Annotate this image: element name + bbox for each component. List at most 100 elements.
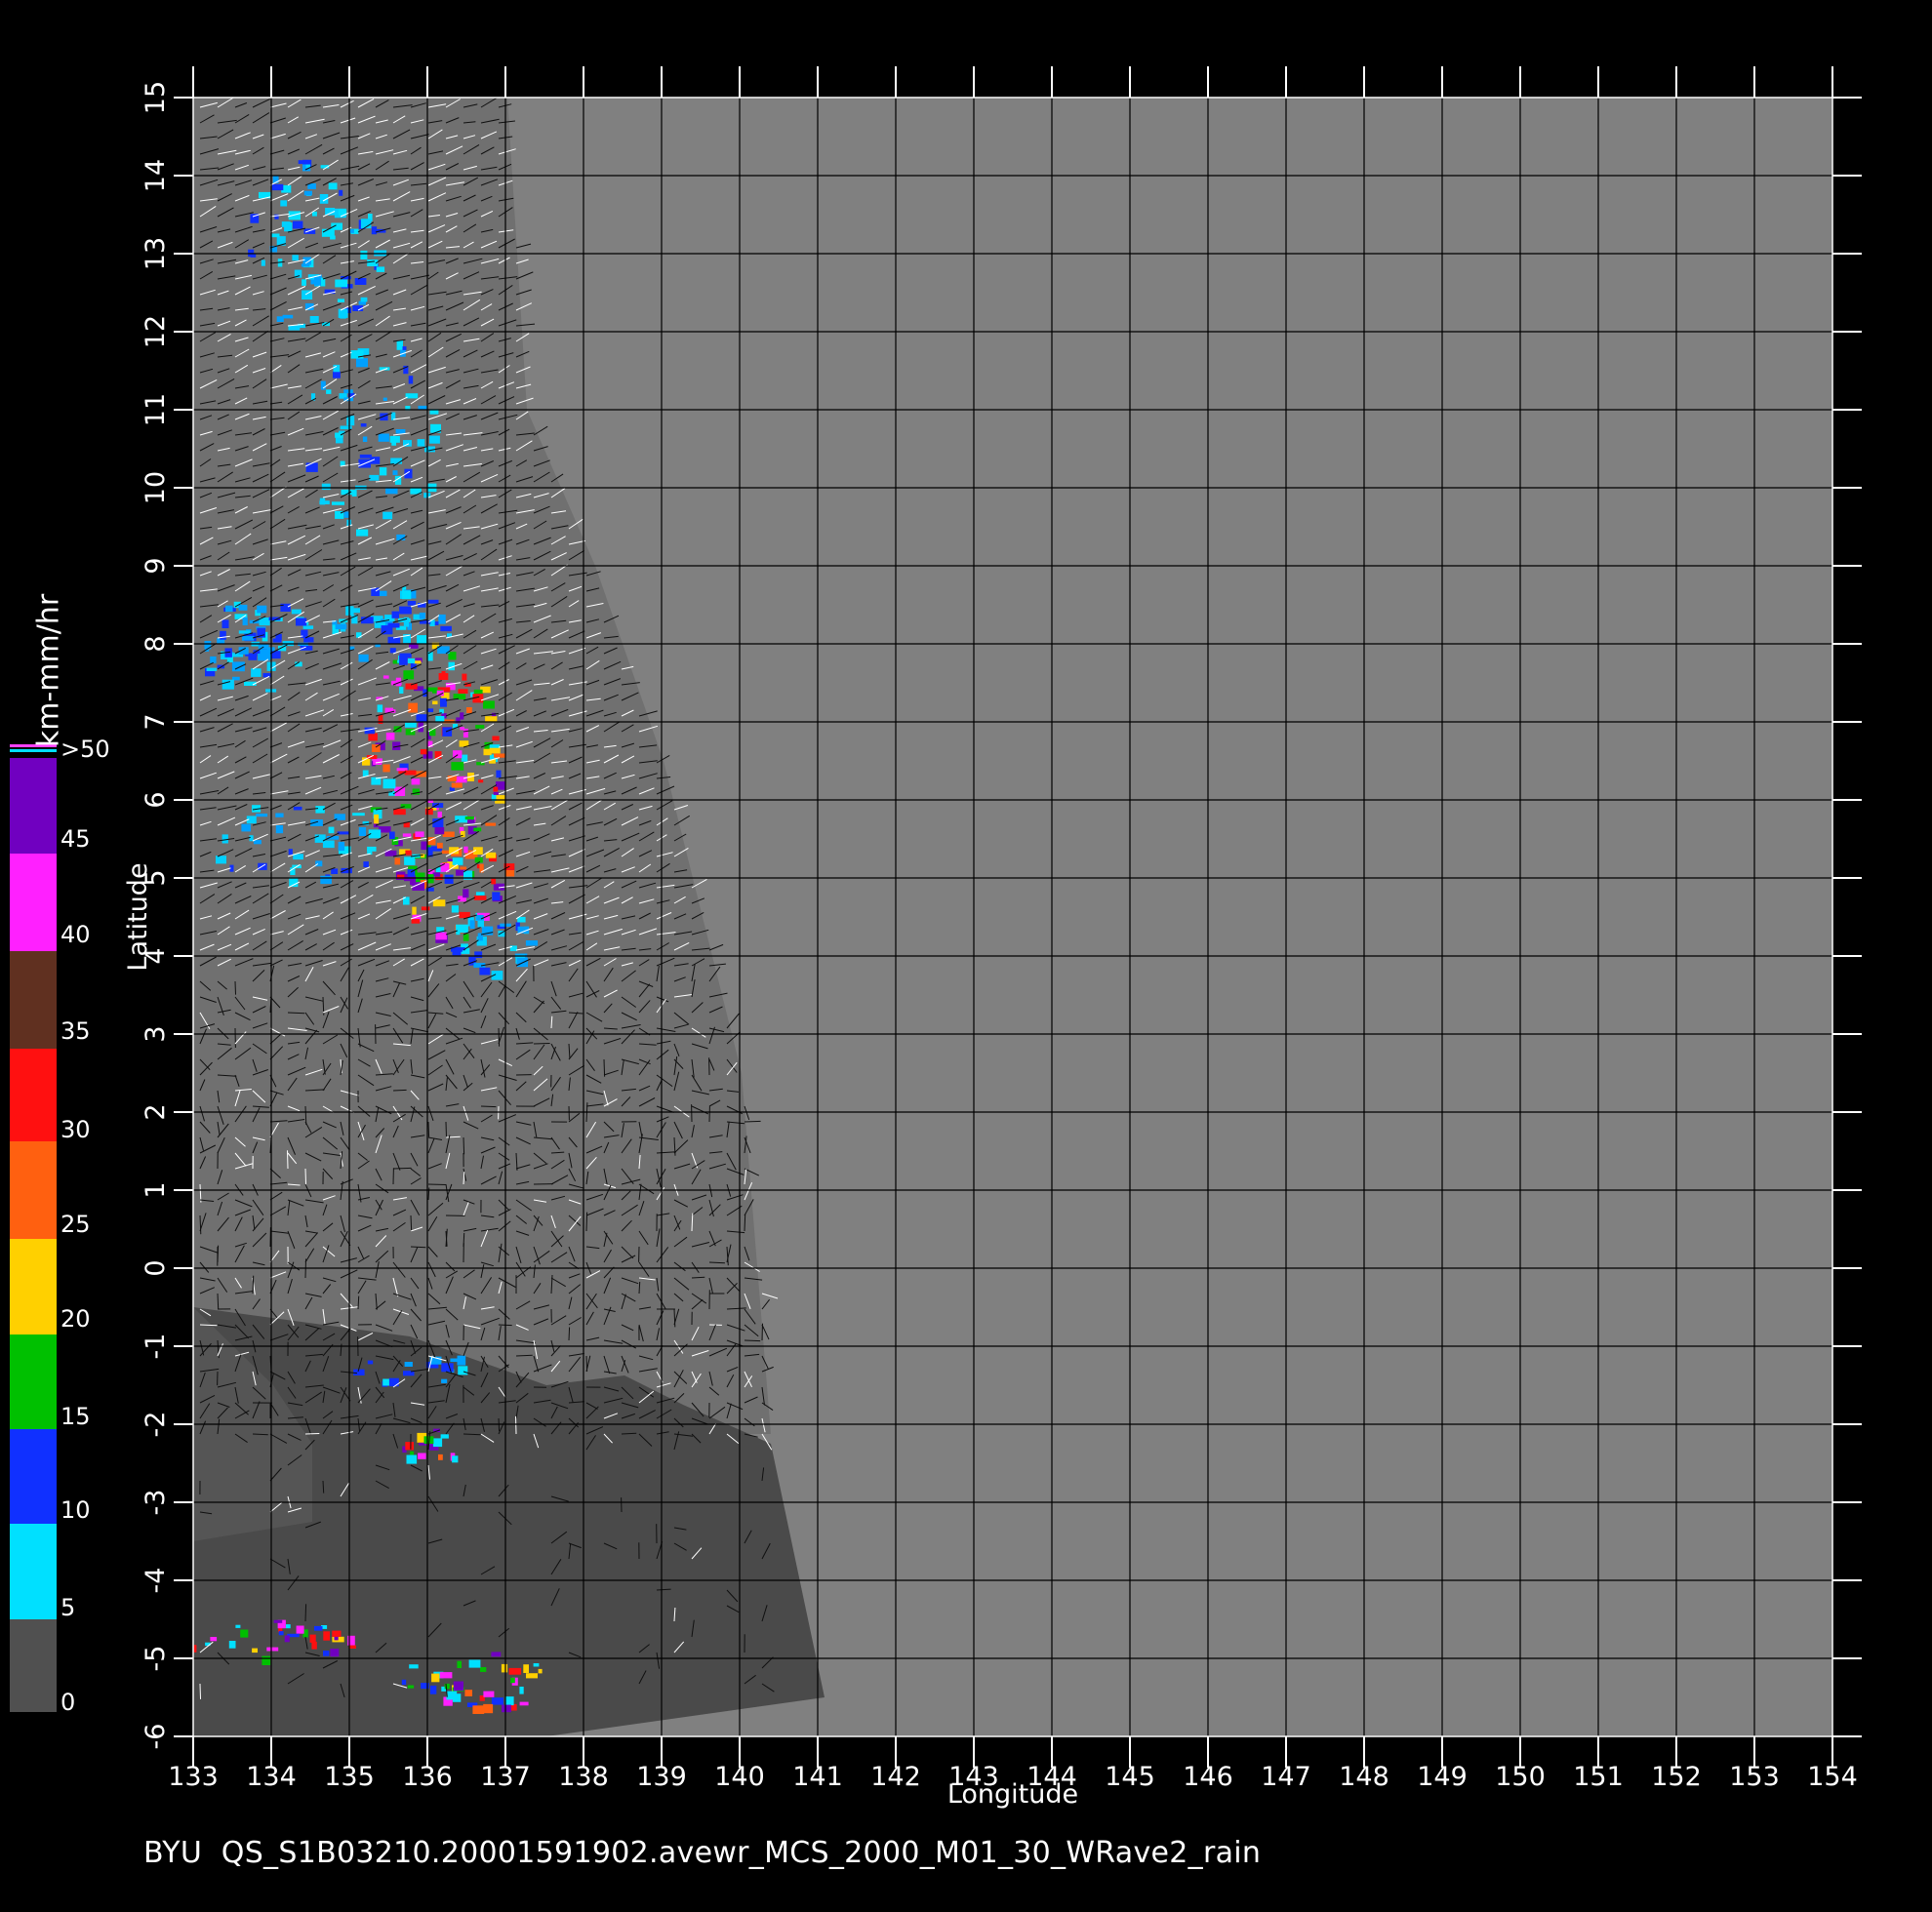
rain-cell [431, 1673, 440, 1683]
rain-cell [491, 878, 497, 885]
rain-cell [210, 656, 217, 663]
rain-cell [400, 804, 412, 809]
rain-cell [439, 1672, 453, 1679]
rain-cell [389, 831, 395, 840]
rain-cell [458, 1366, 468, 1375]
rain-cell [309, 1634, 316, 1643]
y-tick-label: -4 [141, 1568, 171, 1594]
rain-cell [262, 673, 271, 678]
y-tick-label: -6 [141, 1724, 171, 1750]
wind-vector [463, 1136, 465, 1155]
y-tick-label: 12 [141, 315, 171, 348]
colorbar-label: 30 [60, 1116, 91, 1143]
rain-cell [407, 1685, 415, 1689]
rain-cell [288, 849, 293, 856]
rain-cell [286, 1624, 291, 1629]
rain-cell [429, 435, 440, 444]
rain-cell [335, 432, 343, 438]
y-tick-label: 8 [141, 635, 171, 652]
rain-cell [390, 458, 402, 464]
rain-cell [411, 919, 421, 924]
rain-cell [451, 782, 463, 788]
rain-cell [266, 1647, 279, 1652]
rain-cell [242, 617, 248, 626]
rain-cell [468, 1659, 481, 1668]
rain-cell [495, 795, 506, 804]
rain-cell [473, 896, 487, 900]
wind-vector [691, 1276, 705, 1279]
rain-cell [452, 1455, 459, 1463]
rain-cell [473, 827, 482, 832]
y-tick-label: 14 [141, 159, 171, 192]
rain-cell [339, 189, 343, 196]
rain-cell [435, 716, 445, 722]
rain-cell [322, 840, 335, 849]
rain-cell [421, 906, 430, 911]
wind-vector [304, 1604, 307, 1622]
rain-cell [474, 951, 483, 958]
rain-cell [260, 650, 271, 660]
rain-cell [453, 1681, 463, 1692]
rain-cell [292, 220, 303, 229]
rain-cell [483, 748, 492, 756]
rain-cell [432, 700, 438, 705]
colorbar-label: 10 [60, 1496, 91, 1524]
rain-cell [391, 680, 402, 686]
rain-cell [321, 483, 331, 491]
rain-cell [284, 1635, 290, 1643]
x-tick-label: 151 [1573, 1762, 1624, 1792]
rain-cell [426, 874, 434, 884]
rain-cell [492, 736, 500, 741]
rain-cell [347, 1635, 355, 1646]
rain-cell [350, 350, 364, 359]
rain-cell [280, 200, 288, 207]
rain-cell [420, 748, 427, 755]
wind-vector [427, 1183, 447, 1185]
rain-cell [284, 222, 293, 232]
rain-cell [385, 488, 398, 495]
x-tick-label: 154 [1807, 1762, 1858, 1792]
rain-cell [405, 850, 412, 856]
wind-vector [515, 1415, 517, 1435]
rain-cell [452, 857, 463, 865]
rain-cell [478, 779, 484, 783]
rain-cell [241, 823, 252, 832]
rain-cell [360, 250, 368, 259]
wind-vector [427, 1121, 430, 1137]
rain-cell [483, 1703, 494, 1714]
rain-cell [538, 1668, 543, 1674]
rain-cell [238, 630, 251, 634]
rain-cell [331, 868, 339, 874]
rain-cell [406, 1454, 418, 1464]
rain-cell [360, 297, 368, 302]
rain-cell [436, 842, 443, 849]
rain-cell [323, 1651, 330, 1656]
wind-vector [603, 1058, 606, 1077]
rain-cell [216, 856, 226, 864]
wind-vector [515, 1354, 533, 1357]
rain-cell [253, 840, 262, 845]
rain-cell [272, 638, 282, 643]
rain-cell [405, 1442, 414, 1451]
rain-cell [391, 611, 399, 618]
rain-cell [296, 1625, 304, 1634]
rain-cell [467, 819, 475, 824]
colorbar-segment [10, 758, 57, 854]
rain-cell [302, 625, 314, 629]
rain-cell [519, 1701, 529, 1706]
colorbar-segment [10, 951, 57, 1049]
rain-cell [358, 827, 367, 836]
rain-cell [296, 617, 307, 626]
rain-cell [338, 841, 345, 852]
rain-cell [451, 905, 459, 913]
colorbar-segment [10, 1429, 57, 1524]
x-tick-label: 139 [636, 1762, 687, 1792]
rain-cell [501, 1663, 508, 1673]
x-tick-label: 148 [1339, 1762, 1389, 1792]
rain-cell [271, 183, 284, 191]
wind-vector [217, 1245, 220, 1263]
rain-cell [504, 1696, 514, 1706]
rain-cell [399, 606, 412, 615]
wind-vector [744, 1120, 761, 1123]
x-tick-label: 135 [324, 1762, 375, 1792]
